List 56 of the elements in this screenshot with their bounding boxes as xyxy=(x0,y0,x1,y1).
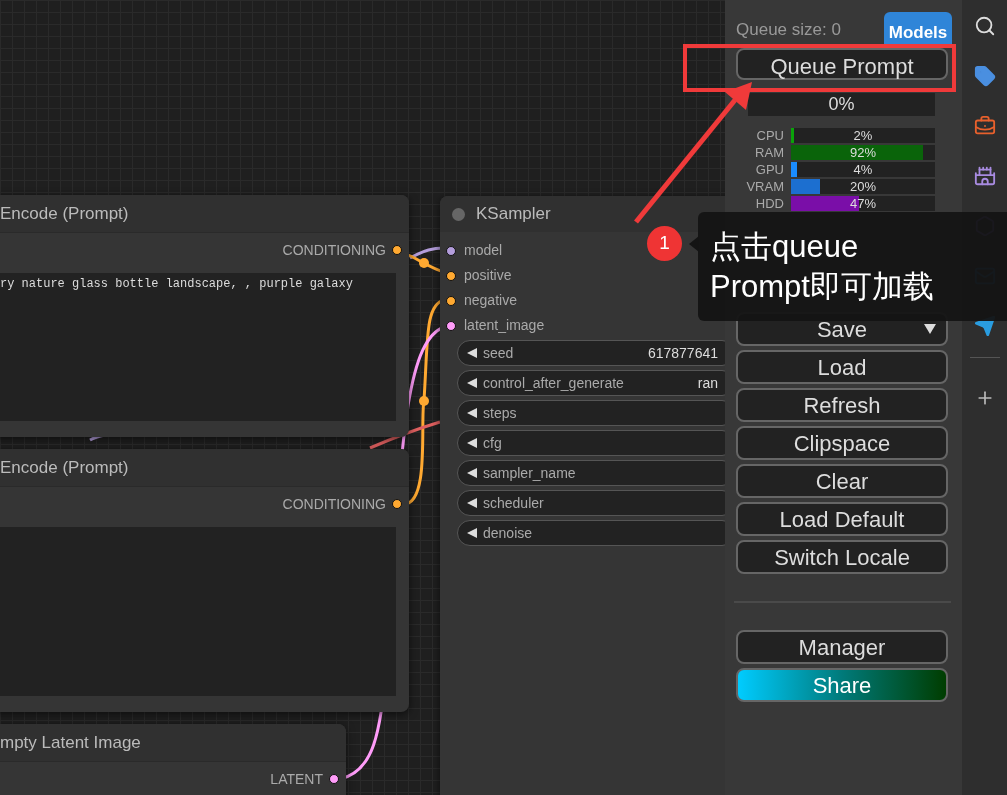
widget-field[interactable]: denoise xyxy=(457,520,725,546)
monitor-label: GPU xyxy=(754,160,784,179)
output-label: LATENT xyxy=(270,769,323,789)
node-title: Encode (Prompt) xyxy=(0,456,129,479)
panel-button[interactable]: Clear xyxy=(736,464,948,498)
tag-icon[interactable] xyxy=(973,65,996,87)
arrow-left-icon[interactable] xyxy=(466,377,478,389)
monitor-label: CPU xyxy=(755,126,784,145)
monitor-bar: 4% xyxy=(791,162,935,177)
widget-field[interactable]: control_after_generate ran xyxy=(457,370,725,396)
input-label: positive xyxy=(464,266,512,285)
arrow-left-icon[interactable] xyxy=(466,347,478,359)
panel-button[interactable]: Load xyxy=(736,350,948,384)
prompt-text-field[interactable]: ry nature glass bottle landscape, , purple galaxy xyxy=(0,273,396,421)
widget-field[interactable]: cfg xyxy=(457,430,725,456)
input-label: model xyxy=(464,241,503,260)
panel-button[interactable]: Manager xyxy=(736,630,948,664)
node-title: mpty Latent Image xyxy=(0,731,141,754)
arrow-left-icon[interactable] xyxy=(466,437,478,449)
monitor-bar: 2% xyxy=(791,128,935,143)
panel-button[interactable]: Clipspace xyxy=(736,426,948,460)
input-label: latent_image xyxy=(464,316,545,335)
output-label: CONDITIONING xyxy=(282,240,386,260)
monitor-label: VRAM xyxy=(745,177,784,196)
node-title: KSampler xyxy=(476,203,551,226)
output-label: CONDITIONING xyxy=(282,494,386,514)
queue-size-label: Queue size: 0 xyxy=(736,19,841,42)
widget-field[interactable]: seed 617877641 xyxy=(457,340,725,366)
reroute-dot[interactable] xyxy=(419,258,429,268)
arrow-left-icon[interactable] xyxy=(466,527,478,539)
node-card[interactable]: Encode (Prompt) CONDITIONING ry nature glass bottle landscape, , purple galaxy xyxy=(0,195,409,437)
input-label: negative xyxy=(464,291,517,310)
panel-button[interactable]: Load Default xyxy=(736,502,948,536)
monitor-label: HDD xyxy=(754,194,784,213)
reroute-dot[interactable] xyxy=(419,396,429,406)
caret-icon xyxy=(924,324,936,334)
monitor-bar: 20% xyxy=(791,179,935,194)
castle-icon[interactable] xyxy=(973,165,996,187)
queue-prompt-button[interactable]: Queue Prompt xyxy=(736,48,948,80)
widget-field[interactable]: steps xyxy=(457,400,725,426)
panel-button[interactable]: Share xyxy=(736,668,948,702)
progress-bar: 0% xyxy=(748,93,935,116)
briefcase-icon[interactable] xyxy=(973,115,996,137)
monitor-bar: 92% xyxy=(791,145,935,160)
arrow-left-icon[interactable] xyxy=(466,407,478,419)
monitor-label: RAM xyxy=(754,143,784,162)
arrow-left-icon[interactable] xyxy=(466,467,478,479)
panel-button[interactable]: Switch Locale xyxy=(736,540,948,574)
node-title: Encode (Prompt) xyxy=(0,202,129,225)
node-card[interactable]: Encode (Prompt) CONDITIONING xyxy=(0,449,409,712)
widget-field[interactable]: scheduler xyxy=(457,490,725,516)
node-card[interactable]: mpty Latent Image LATENT xyxy=(0,724,346,795)
panel-button[interactable]: Refresh xyxy=(736,388,948,422)
arrow-left-icon[interactable] xyxy=(466,497,478,509)
widget-field[interactable]: sampler_name xyxy=(457,460,725,486)
search-icon[interactable] xyxy=(973,15,996,37)
